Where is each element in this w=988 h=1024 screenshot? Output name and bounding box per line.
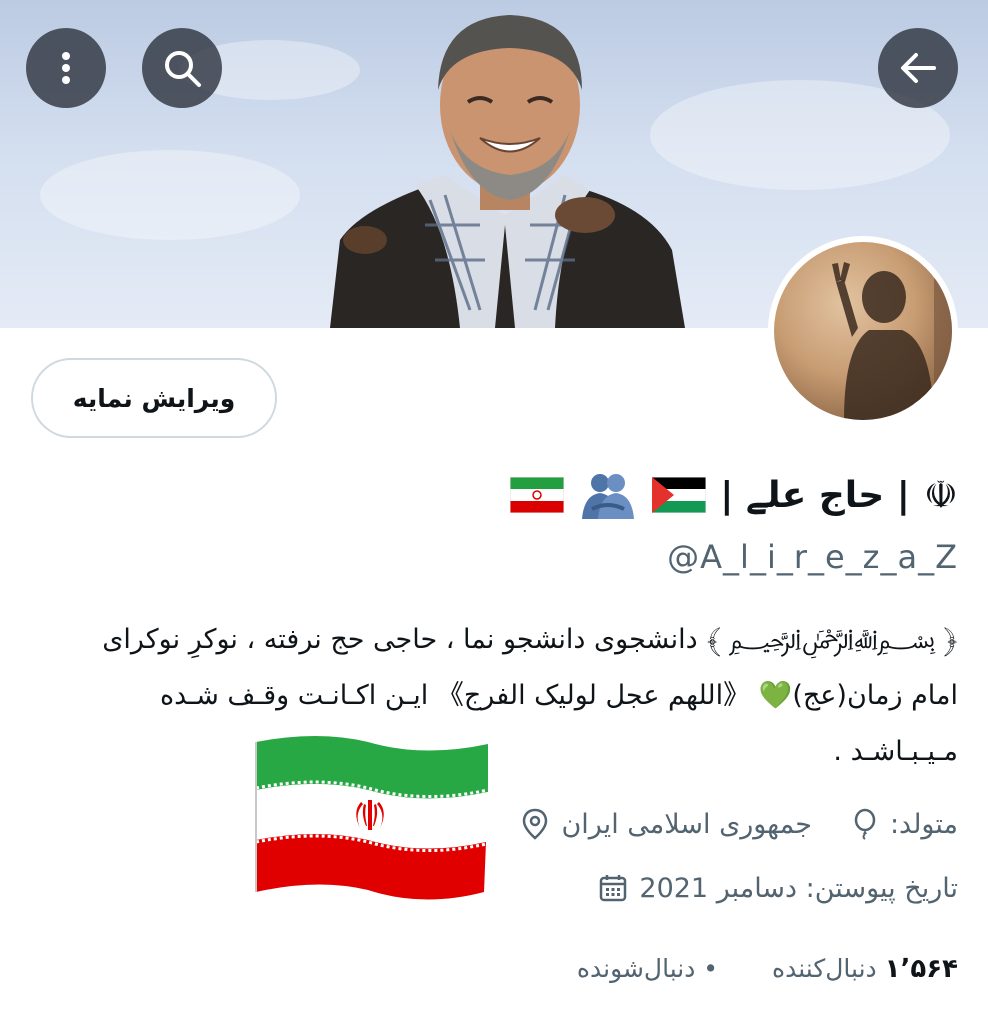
people-hugging-icon xyxy=(582,474,635,519)
location-row: جمهوری اسلامی ایران متولد: xyxy=(521,804,958,844)
bio-line-1: ﴿ ﷽ ﴾ دانشجوی دانشجو نما ، حاجی حج نرفته… xyxy=(102,624,958,655)
display-name: | حاج علے | xyxy=(720,474,910,516)
more-options-button[interactable] xyxy=(26,28,106,108)
display-name-row: ☫ | حاج علے | xyxy=(510,462,958,528)
location-pin-icon xyxy=(523,808,548,840)
iran-emblem-icon: ☫ xyxy=(923,473,958,517)
search-button[interactable] xyxy=(142,28,222,108)
follow-stats: • دنبال‌شونده ۱٬۵۶۴ دنبال‌کننده xyxy=(577,944,958,994)
iran-flag-large-icon xyxy=(255,736,489,900)
balloon-icon xyxy=(854,808,876,840)
edit-profile-button[interactable]: ویرایش نمایه xyxy=(31,358,277,438)
following-label: • دنبال‌شونده xyxy=(576,954,719,983)
followers-link[interactable]: ۱٬۵۶۴ دنبال‌کننده xyxy=(772,954,958,984)
calendar-icon xyxy=(600,875,627,902)
palestine-flag-icon xyxy=(652,477,707,513)
bio-line-2: امام زمان(عج)💚 《اللهم عجل لولیک الفرج》 ا… xyxy=(58,668,958,724)
followers-count: ۱٬۵۶۴ xyxy=(884,954,958,984)
arrow-left-icon xyxy=(901,53,936,83)
search-icon xyxy=(165,51,201,87)
more-vertical-icon xyxy=(62,52,70,84)
bio-line-2-start: امام زمان(عج) xyxy=(792,680,958,711)
back-button[interactable] xyxy=(878,28,958,108)
bio: ﴿ ﷽ ﴾ دانشجوی دانشجو نما ، حاجی حج نرفته… xyxy=(58,612,958,780)
avatar-shadow-image xyxy=(832,252,952,420)
bio-line-2-end: 《اللهم عجل لولیک الفرج》 ایـن اکـانـت وقـ… xyxy=(159,680,751,711)
location-text: جمهوری اسلامی ایران xyxy=(561,808,812,840)
iran-flag-icon xyxy=(510,477,565,513)
joined-row: تاریخ پیوستن: دسامبر 2021 xyxy=(599,868,958,908)
followers-label: دنبال‌کننده xyxy=(772,954,877,983)
following-link[interactable]: • دنبال‌شونده xyxy=(577,954,718,984)
username-handle: @A_l_i_r_e_z_a_Z xyxy=(667,538,958,576)
bio-line-3: مـیـبـاشـد . xyxy=(833,736,958,767)
banner-person-image xyxy=(330,15,685,328)
born-label: متولد: xyxy=(889,808,958,840)
avatar[interactable] xyxy=(768,236,958,426)
green-heart-icon: 💚 xyxy=(758,680,793,711)
joined-text: تاریخ پیوستن: دسامبر 2021 xyxy=(639,872,958,904)
